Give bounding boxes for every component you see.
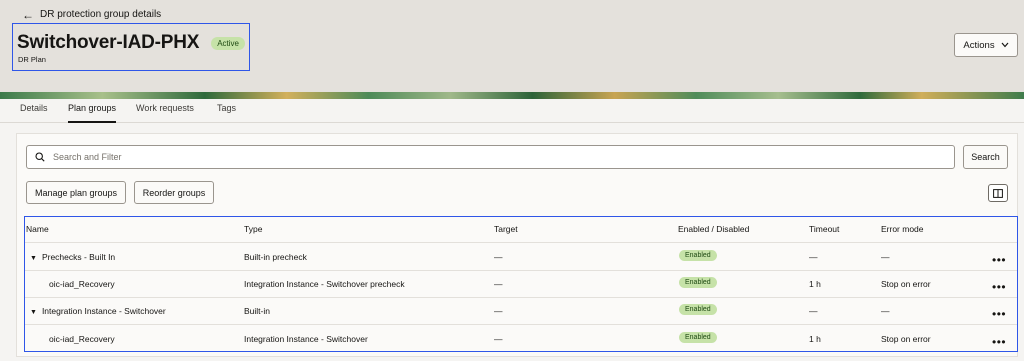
- more-actions-icon[interactable]: •••: [992, 308, 1006, 320]
- row-target: —: [494, 279, 503, 289]
- row-type: Integration Instance - Switchover: [244, 334, 368, 344]
- columns-icon: [993, 188, 1003, 198]
- enabled-badge: Enabled: [679, 277, 717, 288]
- manage-plan-groups-button[interactable]: Manage plan groups: [26, 181, 126, 204]
- page-title: Switchover-IAD-PHX: [17, 32, 200, 53]
- caret-down-icon[interactable]: ▼: [30, 255, 37, 262]
- tab-work-requests[interactable]: Work requests: [136, 103, 194, 123]
- row-divider: [25, 270, 1017, 271]
- column-toggle-button[interactable]: [988, 184, 1008, 202]
- column-header-target[interactable]: Target: [494, 224, 518, 234]
- arrow-left-icon: ←: [22, 7, 34, 22]
- row-target: —: [494, 306, 503, 316]
- enabled-badge: Enabled: [679, 304, 717, 315]
- search-input[interactable]: [53, 152, 933, 162]
- column-header-timeout[interactable]: Timeout: [809, 224, 839, 234]
- row-timeout: 1 h: [809, 334, 821, 344]
- row-name-label: Integration Instance - Switchover: [41, 306, 166, 316]
- table-row-name[interactable]: ▼ Prechecks - Built In: [30, 252, 115, 262]
- actions-button[interactable]: Actions: [954, 33, 1018, 57]
- column-header-type[interactable]: Type: [244, 224, 262, 234]
- more-actions-icon[interactable]: •••: [992, 254, 1006, 266]
- more-actions-icon[interactable]: •••: [992, 336, 1006, 348]
- decorative-banner: [0, 92, 1024, 99]
- actions-label: Actions: [963, 39, 995, 51]
- search-button[interactable]: Search: [963, 145, 1008, 169]
- back-link-label: DR protection group details: [40, 9, 162, 20]
- row-divider: [25, 297, 1017, 298]
- enabled-badge: Enabled: [679, 250, 717, 261]
- chevron-down-icon: [1001, 42, 1009, 48]
- tab-tags[interactable]: Tags: [217, 103, 236, 123]
- caret-down-icon[interactable]: ▼: [30, 309, 37, 316]
- title-row: Switchover-IAD-PHX Active: [17, 32, 246, 54]
- row-name[interactable]: oic-iad_Recovery: [49, 334, 115, 344]
- page-subtitle: DR Plan: [18, 55, 46, 64]
- row-timeout: 1 h: [809, 279, 821, 289]
- row-name[interactable]: oic-iad_Recovery: [49, 279, 115, 289]
- plan-groups-table: [24, 216, 1018, 352]
- enabled-badge: Enabled: [679, 332, 717, 343]
- status-badge: Active: [211, 36, 246, 50]
- row-error-mode: —: [881, 306, 890, 316]
- column-header-error-mode[interactable]: Error mode: [881, 224, 924, 234]
- column-header-name[interactable]: Name: [26, 224, 49, 234]
- column-header-enabled[interactable]: Enabled / Disabled: [678, 224, 749, 234]
- row-type: Integration Instance - Switchover preche…: [244, 279, 405, 289]
- row-name-label: Prechecks - Built In: [41, 252, 116, 262]
- row-timeout: —: [809, 252, 818, 262]
- row-type: Built-in precheck: [244, 252, 307, 262]
- back-link[interactable]: ← DR protection group details: [22, 7, 162, 22]
- tab-plan-groups[interactable]: Plan groups: [68, 103, 117, 123]
- row-error-mode: —: [881, 252, 890, 262]
- row-divider: [25, 242, 1017, 243]
- row-error-mode: Stop on error: [881, 334, 931, 344]
- more-actions-icon[interactable]: •••: [992, 281, 1006, 293]
- row-type: Built-in: [244, 306, 270, 316]
- row-target: —: [494, 334, 503, 344]
- row-target: —: [494, 252, 503, 262]
- reorder-groups-button[interactable]: Reorder groups: [134, 181, 214, 204]
- row-timeout: —: [809, 306, 818, 316]
- row-divider: [25, 324, 1017, 325]
- page-header: ← DR protection group details Switchover…: [0, 0, 1024, 92]
- search-icon: [35, 152, 45, 162]
- tab-details[interactable]: Details: [20, 103, 48, 123]
- row-error-mode: Stop on error: [881, 279, 931, 289]
- search-field[interactable]: [26, 145, 955, 169]
- table-row-name[interactable]: ▼ Integration Instance - Switchover: [30, 306, 166, 316]
- tab-bar: Details Plan groups Work requests Tags: [0, 99, 1024, 123]
